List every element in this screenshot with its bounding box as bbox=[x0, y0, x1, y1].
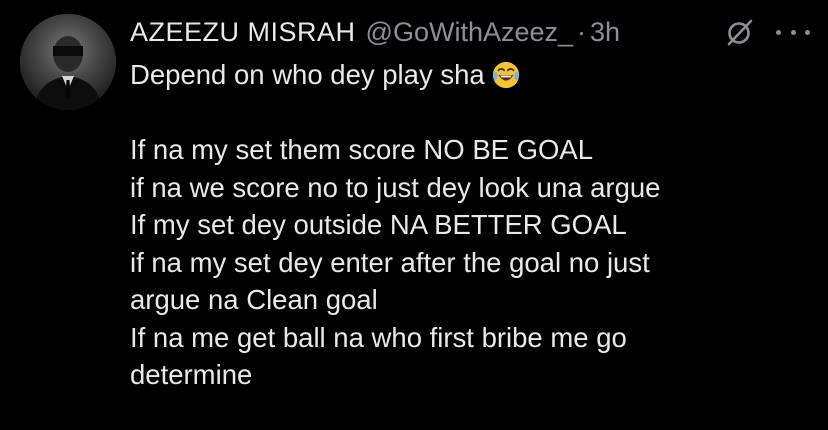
tweet-line: if na my set dey enter after the goal no… bbox=[130, 246, 650, 278]
tweet-line: determine bbox=[130, 359, 253, 390]
tweet-line: argue na Clean goal bbox=[130, 284, 378, 315]
tweet-line: If na me get ball na who first bribe me … bbox=[130, 321, 627, 353]
tweet-line: if na we score no to just dey look una a… bbox=[130, 171, 661, 203]
tweet-line: If na my set them score NO BE GOAL bbox=[130, 134, 594, 165]
more-icon[interactable] bbox=[776, 20, 810, 44]
tweet[interactable]: AZEEZU MISRAH @GoWithAzeez_ · 3h Depend … bbox=[0, 0, 828, 430]
timestamp[interactable]: 3h bbox=[590, 17, 620, 48]
tweet-text: Depend on who dey play sha If na my set … bbox=[130, 56, 820, 394]
more-dot-icon bbox=[805, 29, 810, 35]
grok-icon[interactable] bbox=[724, 16, 756, 48]
laughing-with-tears-emoji-icon bbox=[492, 61, 519, 89]
display-name[interactable]: AZEEZU MISRAH bbox=[130, 17, 356, 48]
tweet-line: If my set dey outside NA BETTER GOAL bbox=[130, 209, 627, 240]
avatar[interactable] bbox=[20, 14, 116, 110]
tweet-line: Depend on who dey play sha bbox=[130, 56, 820, 94]
more-dot-icon bbox=[776, 29, 781, 35]
user-handle[interactable]: @GoWithAzeez_ bbox=[366, 17, 573, 48]
separator-dot: · bbox=[577, 16, 587, 47]
tweet-header: AZEEZU MISRAH @GoWithAzeez_ · 3h bbox=[130, 12, 620, 52]
tweet-first-line: Depend on who dey play sha bbox=[130, 59, 485, 90]
avatar-image bbox=[20, 14, 116, 110]
more-dot-icon bbox=[790, 29, 796, 35]
